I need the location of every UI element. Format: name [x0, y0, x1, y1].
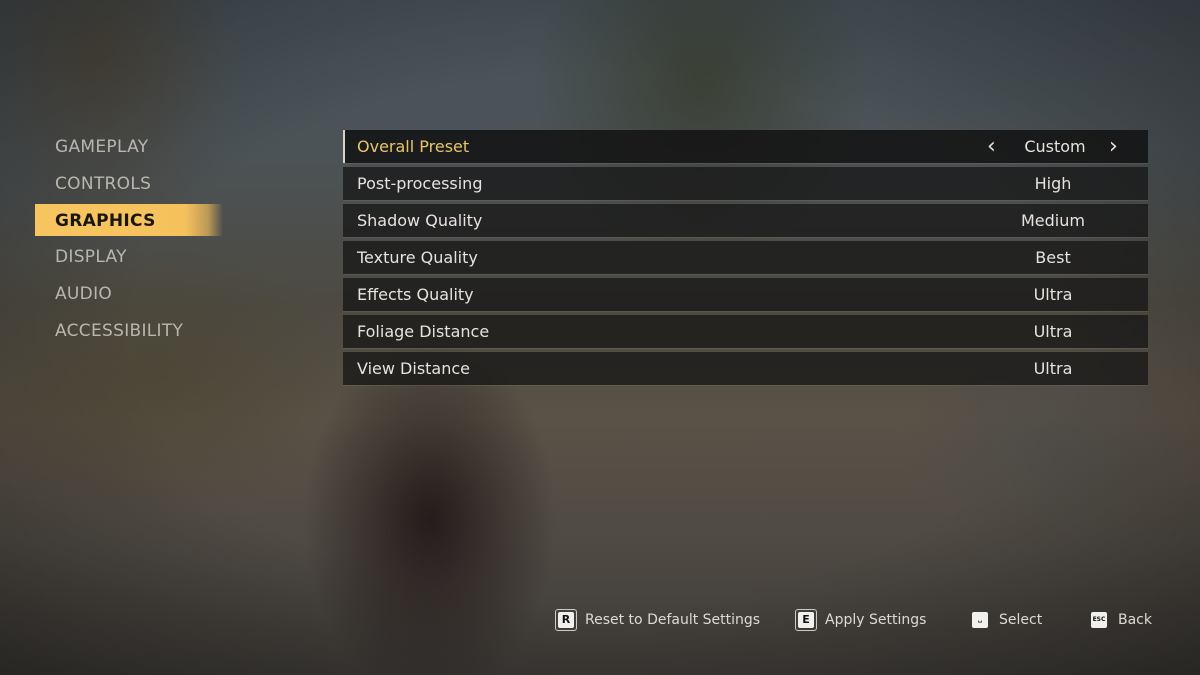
setting-value: Medium: [1021, 211, 1085, 230]
nav-item-audio[interactable]: AUDIO: [35, 277, 235, 309]
setting-row-post-processing[interactable]: Post-processing High: [343, 167, 1148, 200]
graphics-settings-list: Overall Preset ‹ Custom › Post-processin…: [343, 130, 1148, 389]
setting-row-shadow-quality[interactable]: Shadow Quality Medium: [343, 204, 1148, 237]
setting-value: Ultra: [1033, 322, 1073, 341]
r-key-icon: R: [555, 609, 577, 631]
nav-item-accessibility[interactable]: ACCESSIBILITY: [35, 314, 235, 346]
hint-label: Reset to Default Settings: [585, 612, 761, 628]
setting-value: Best: [1035, 248, 1071, 267]
setting-row-overall-preset[interactable]: Overall Preset ‹ Custom ›: [343, 130, 1148, 163]
setting-value: Ultra: [1033, 359, 1073, 378]
chevron-right-icon[interactable]: ›: [1109, 130, 1118, 163]
esc-key-icon: ESC: [1091, 612, 1107, 628]
setting-label: Overall Preset: [357, 137, 470, 156]
nav-item-gameplay[interactable]: GAMEPLAY: [35, 130, 235, 162]
reset-defaults-button[interactable]: R Reset to Default Settings: [555, 608, 760, 632]
setting-value: Custom: [1024, 137, 1086, 156]
spacebar-key-icon: ␣: [972, 612, 988, 628]
setting-label: Foliage Distance: [357, 322, 490, 341]
back-button[interactable]: ESC Back: [1091, 608, 1152, 632]
e-key-icon: E: [795, 609, 817, 631]
hint-label: Select: [999, 612, 1043, 628]
select-button[interactable]: ␣ Select: [972, 608, 1042, 632]
setting-value: High: [1034, 174, 1072, 193]
setting-label: Post-processing: [357, 174, 483, 193]
setting-value: Ultra: [1033, 285, 1073, 304]
apply-settings-button[interactable]: E Apply Settings: [795, 608, 926, 632]
setting-row-foliage-distance[interactable]: Foliage Distance Ultra: [343, 315, 1148, 348]
setting-row-effects-quality[interactable]: Effects Quality Ultra: [343, 278, 1148, 311]
hint-label: Apply Settings: [825, 612, 927, 628]
setting-label: Shadow Quality: [357, 211, 483, 230]
hint-label: Back: [1118, 612, 1152, 628]
setting-row-view-distance[interactable]: View Distance Ultra: [343, 352, 1148, 385]
button-hints-bar: R Reset to Default Settings E Apply Sett…: [0, 608, 1200, 632]
setting-label: View Distance: [357, 359, 471, 378]
setting-label: Texture Quality: [357, 248, 478, 267]
setting-row-texture-quality[interactable]: Texture Quality Best: [343, 241, 1148, 274]
nav-item-display[interactable]: DISPLAY: [35, 240, 235, 272]
settings-category-nav: GAMEPLAY CONTROLS GRAPHICS DISPLAY AUDIO…: [35, 130, 235, 351]
nav-item-controls[interactable]: CONTROLS: [35, 167, 235, 199]
setting-label: Effects Quality: [357, 285, 474, 304]
nav-item-graphics[interactable]: GRAPHICS: [35, 203, 223, 236]
